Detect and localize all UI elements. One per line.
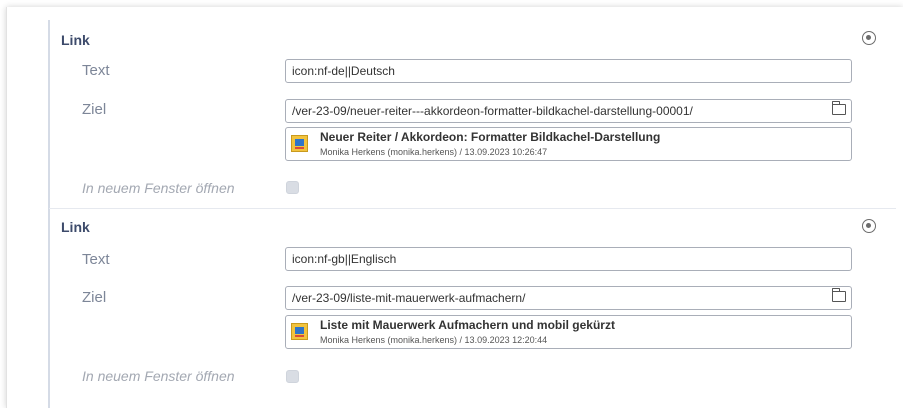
link-2-text-value: icon:nf-gb||Englisch	[292, 252, 397, 266]
link-2-new-window-label: In neuem Fenster öffnen	[82, 368, 235, 384]
folder-icon[interactable]	[832, 288, 846, 302]
link-2-title: Link	[61, 219, 90, 235]
section-divider	[49, 208, 896, 209]
page-icon	[291, 135, 308, 152]
page-icon	[291, 323, 308, 340]
link-2-text-label: Text	[82, 251, 110, 268]
link-2-options-icon[interactable]	[862, 219, 876, 233]
link-1-options-icon[interactable]	[862, 31, 876, 45]
link-2-reference-card[interactable]: Liste mit Mauerwerk Aufmachern und mobil…	[285, 315, 852, 349]
group-indent-line	[48, 20, 50, 408]
link-2-ziel-label: Ziel	[82, 289, 107, 306]
link-2-text-input[interactable]: icon:nf-gb||Englisch	[285, 247, 852, 271]
link-1-ref-meta: Monika Herkens (monika.herkens) / 13.09.…	[320, 147, 548, 157]
link-2-new-window-checkbox[interactable]	[286, 370, 299, 383]
link-1-text-value: icon:nf-de||Deutsch	[292, 64, 395, 78]
folder-icon[interactable]	[832, 101, 846, 115]
link-1-ziel-input[interactable]: /ver-23-09/neuer-reiter---akkordeon-form…	[285, 99, 852, 123]
link-1-new-window-checkbox[interactable]	[286, 181, 299, 194]
link-1-ziel-label: Ziel	[82, 101, 107, 118]
link-1-reference-card[interactable]: Neuer Reiter / Akkordeon: Formatter Bild…	[285, 127, 852, 161]
link-2-ziel-input[interactable]: /ver-23-09/liste-mit-mauerwerk-aufmacher…	[285, 286, 852, 310]
link-2-ref-meta: Monika Herkens (monika.herkens) / 13.09.…	[320, 335, 548, 345]
link-1-title: Link	[61, 32, 90, 48]
link-1-ziel-value: /ver-23-09/neuer-reiter---akkordeon-form…	[292, 104, 693, 118]
link-1-text-input[interactable]: icon:nf-de||Deutsch	[285, 59, 852, 83]
link-1-ref-title: Neuer Reiter / Akkordeon: Formatter Bild…	[320, 130, 661, 144]
link-1-text-label: Text	[82, 62, 110, 79]
link-2-ref-title: Liste mit Mauerwerk Aufmachern und mobil…	[320, 318, 615, 332]
link-1-new-window-label: In neuem Fenster öffnen	[82, 180, 235, 196]
link-2-ziel-value: /ver-23-09/liste-mit-mauerwerk-aufmacher…	[292, 291, 526, 305]
